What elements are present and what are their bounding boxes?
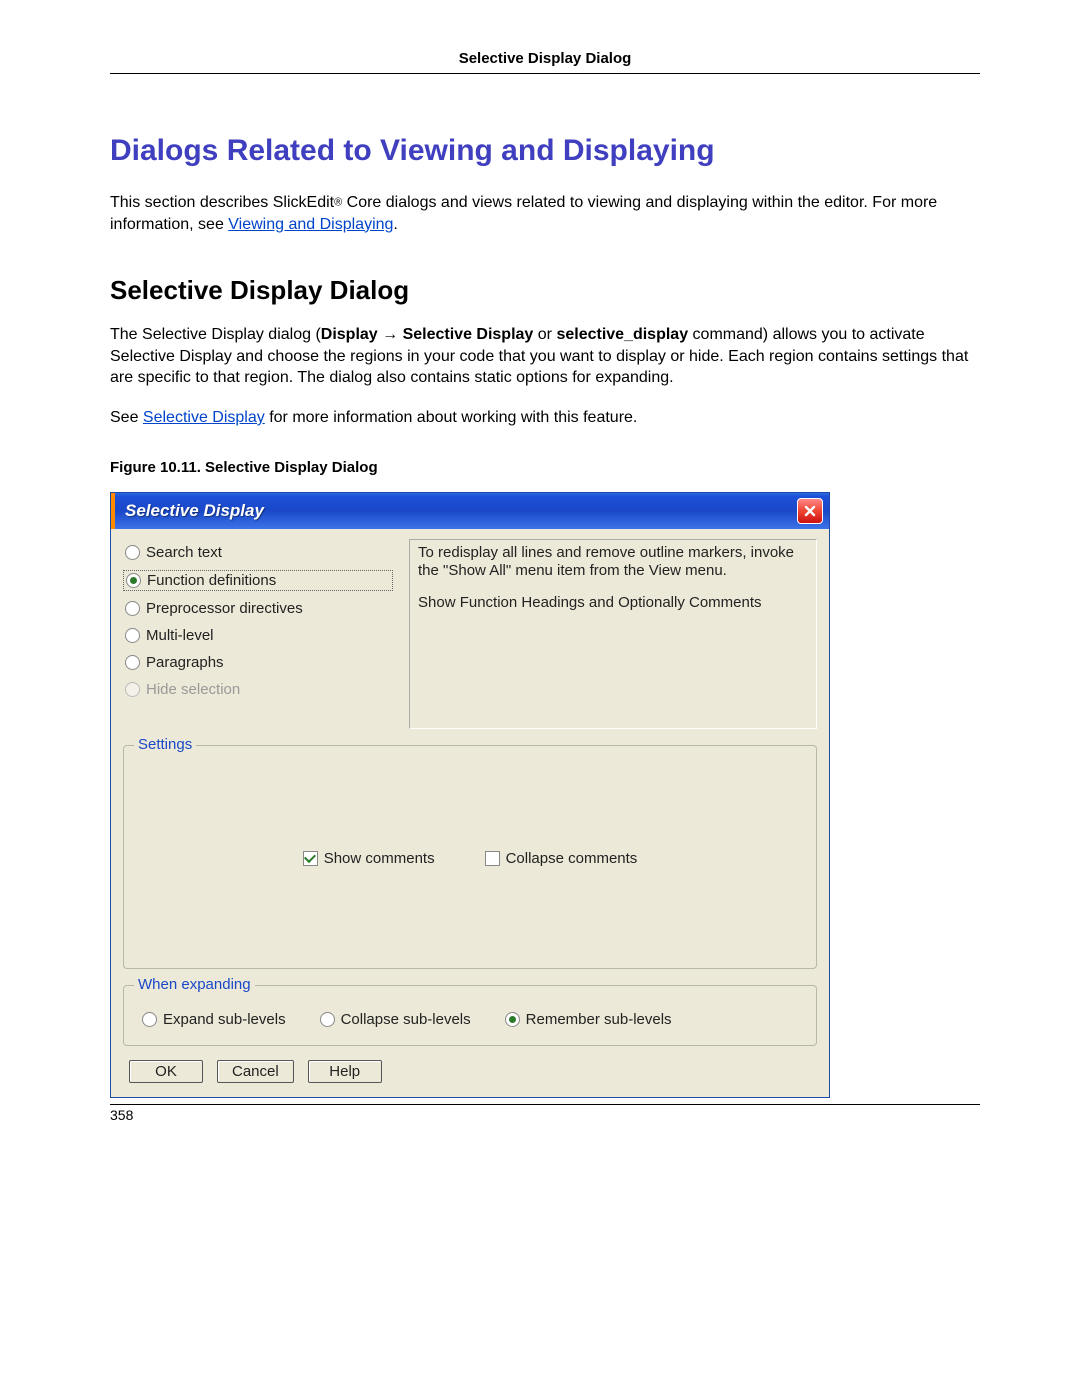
page-header: Selective Display Dialog [110, 50, 980, 74]
when-expanding-fieldset: When expanding Expand sub-levels Collaps… [123, 985, 817, 1046]
radio-icon [125, 682, 140, 697]
radio-icon [125, 601, 140, 616]
help-button[interactable]: Help [308, 1060, 382, 1083]
see-paragraph: See Selective Display for more informati… [110, 407, 980, 429]
p1-command: selective_display [556, 326, 688, 343]
radio-expand-sub-levels[interactable]: Expand sub-levels [140, 1010, 288, 1029]
p2b: for more information about working with … [265, 409, 638, 426]
selective-display-link[interactable]: Selective Display [143, 409, 265, 426]
checkbox-label: Collapse comments [506, 850, 638, 867]
radio-label: Expand sub-levels [163, 1011, 286, 1028]
radio-label: Function definitions [147, 572, 276, 589]
settings-fieldset: Settings Show comments Collapse comments [123, 745, 817, 969]
radio-function-definitions[interactable]: Function definitions [123, 570, 393, 591]
viewing-and-displaying-link[interactable]: Viewing and Displaying [228, 216, 393, 233]
main-heading: Dialogs Related to Viewing and Displayin… [110, 134, 980, 168]
close-icon [803, 504, 817, 518]
radio-remember-sub-levels[interactable]: Remember sub-levels [503, 1010, 674, 1029]
p1a: The Selective Display dialog ( [110, 326, 321, 343]
checkbox-icon [485, 851, 500, 866]
sub-heading: Selective Display Dialog [110, 275, 980, 306]
checkbox-label: Show comments [324, 850, 435, 867]
close-button[interactable] [797, 498, 823, 524]
ok-button[interactable]: OK [129, 1060, 203, 1083]
radio-label: Paragraphs [146, 654, 224, 671]
radio-label: Multi-level [146, 627, 214, 644]
radio-search-text[interactable]: Search text [123, 543, 393, 562]
radio-icon [125, 655, 140, 670]
intro-text-c: . [393, 216, 397, 233]
intro-paragraph: This section describes SlickEdit® Core d… [110, 192, 980, 235]
radio-multi-level[interactable]: Multi-level [123, 626, 393, 645]
page-number: 358 [110, 1104, 980, 1123]
radio-label: Collapse sub-levels [341, 1011, 471, 1028]
settings-legend: Settings [134, 736, 196, 753]
checkbox-icon [303, 851, 318, 866]
description-line-2: Show Function Headings and Optionally Co… [418, 594, 808, 612]
p1-display: Display [321, 326, 378, 343]
radio-preprocessor-directives[interactable]: Preprocessor directives [123, 599, 393, 618]
selective-display-paragraph: The Selective Display dialog (Display → … [110, 324, 980, 389]
radio-icon [126, 573, 141, 588]
collapse-comments-checkbox[interactable]: Collapse comments [485, 850, 638, 867]
p1-selective-display: Selective Display [403, 326, 534, 343]
radio-label: Search text [146, 544, 222, 561]
description-line-1: To redisplay all lines and remove outlin… [418, 544, 808, 580]
radio-icon [125, 545, 140, 560]
dialog-button-row: OK Cancel Help [123, 1060, 817, 1083]
expanding-legend: When expanding [134, 976, 255, 993]
dialog-title: Selective Display [125, 501, 264, 521]
radio-label: Remember sub-levels [526, 1011, 672, 1028]
selective-display-dialog: Selective Display Search text Function d… [110, 492, 830, 1098]
dialog-titlebar[interactable]: Selective Display [111, 493, 829, 529]
show-comments-checkbox[interactable]: Show comments [303, 850, 435, 867]
radio-label: Preprocessor directives [146, 600, 303, 617]
radio-icon [320, 1012, 335, 1027]
p2a: See [110, 409, 143, 426]
radio-collapse-sub-levels[interactable]: Collapse sub-levels [318, 1010, 473, 1029]
p1-arrow: → [378, 326, 403, 343]
p1d: or [533, 326, 556, 343]
intro-text-a: This section describes SlickEdit [110, 194, 334, 211]
radio-icon [125, 628, 140, 643]
radio-icon [505, 1012, 520, 1027]
registered-mark: ® [334, 196, 342, 208]
radio-paragraphs[interactable]: Paragraphs [123, 653, 393, 672]
region-radio-group: Search text Function definitions Preproc… [123, 539, 393, 729]
radio-label: Hide selection [146, 681, 240, 698]
radio-hide-selection: Hide selection [123, 680, 393, 699]
figure-caption: Figure 10.11. Selective Display Dialog [110, 459, 980, 476]
radio-icon [142, 1012, 157, 1027]
description-box: To redisplay all lines and remove outlin… [409, 539, 817, 729]
cancel-button[interactable]: Cancel [217, 1060, 294, 1083]
